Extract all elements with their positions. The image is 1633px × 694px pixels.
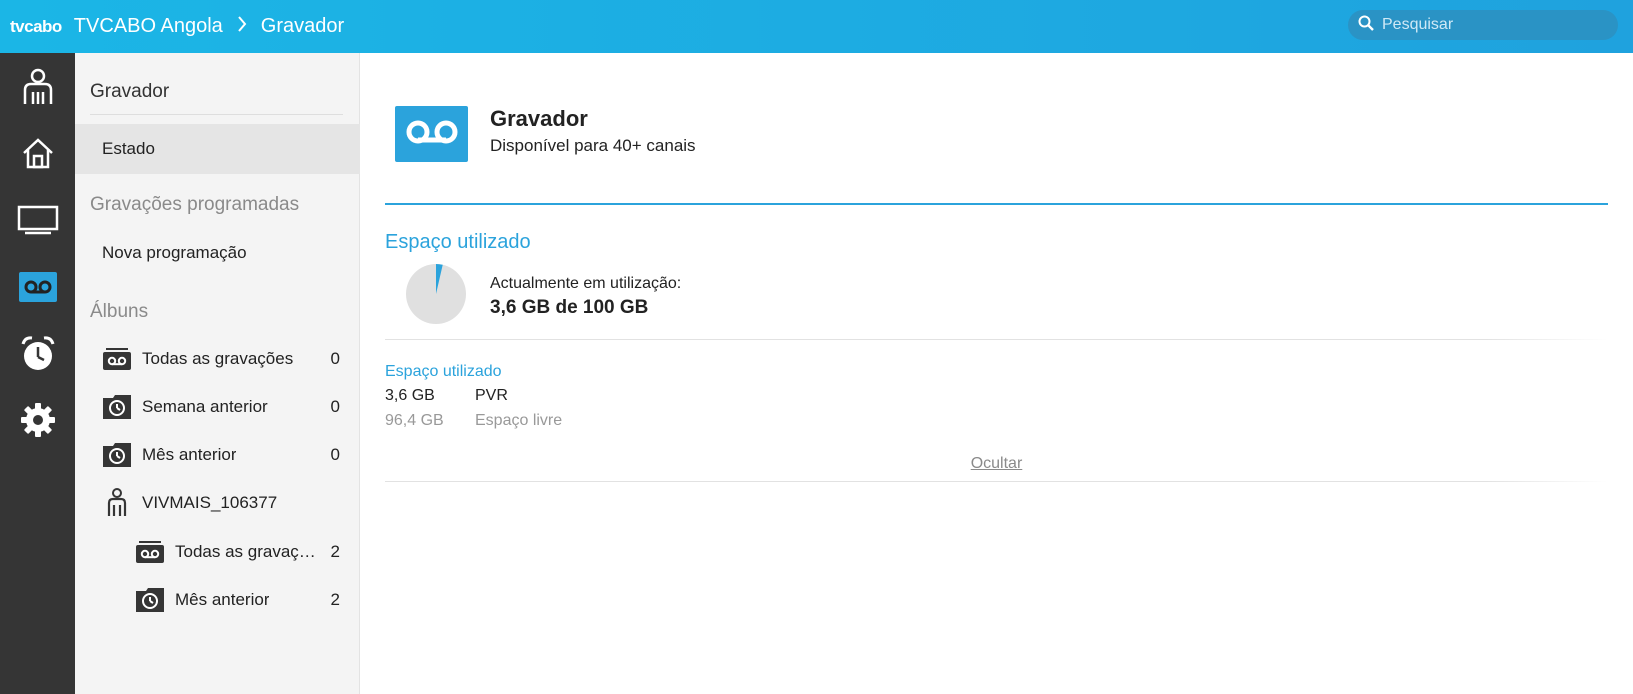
album-count: 0 [330,397,340,416]
breadcrumb-current: Gravador [260,15,345,37]
user-profile-item[interactable]: VIVMAIS_106377 [75,481,360,525]
legend-value: 96,4 GB [385,412,444,429]
header-divider [385,203,1608,205]
person-icon [100,488,134,518]
search-input[interactable] [1382,16,1602,34]
rail-item-profile[interactable] [0,63,75,115]
usage-value: 3,6 GB de 100 GB [490,297,649,318]
user-profile-icon [21,68,55,111]
sidebar-divider [90,114,343,115]
section-divider [385,481,1608,482]
album-label: Todas as gravações [142,349,294,368]
scheduled-recordings-heading: Gravações programadas [90,194,300,215]
recorder-icon [405,119,459,150]
breadcrumb-home[interactable]: TVCABO Angola [74,15,223,38]
sidebar-item-estado-label: Estado [102,139,155,158]
history-folder-icon [100,442,134,468]
rail-item-home[interactable] [0,129,75,181]
legend-label: PVR [475,387,508,404]
album-count: 0 [330,445,340,464]
album-last-month[interactable]: Mês anterior 0 [75,433,360,477]
search-box[interactable] [1348,10,1618,40]
album-label: Todas as gravações [175,542,320,561]
search-icon [1358,15,1374,36]
sidebar: Gravador Estado Gravações programadas No… [75,53,360,694]
album-count: 2 [330,542,340,561]
alarm-clock-icon [20,335,56,378]
main-content: Gravador Disponível para 40+ canais Espa… [360,53,1633,694]
history-folder-icon [100,394,134,420]
page-title: Gravador [490,106,588,131]
usage-pie-chart [406,264,466,324]
hide-link[interactable]: Ocultar [385,455,1608,473]
recorder-tile [395,106,468,162]
legend-row-pvr: 3,6 GB PVR [385,387,508,405]
user-album-all-recordings[interactable]: Todas as gravações 2 [75,530,360,574]
rail-item-recorder[interactable] [0,263,75,315]
rail-item-settings[interactable] [0,396,75,448]
sidebar-item-new-schedule[interactable]: Nova programação [102,243,247,263]
legend-value: 3,6 GB [385,387,435,404]
recordings-folder-icon [133,540,167,564]
history-folder-icon [133,587,167,613]
album-label: Semana anterior [142,397,268,416]
legend-row-free: 96,4 GB Espaço livre [385,412,562,430]
recordings-folder-icon [100,347,134,371]
album-all-recordings[interactable]: Todas as gravações 0 [75,337,360,381]
usage-label: Actualmente em utilização: [490,275,682,292]
album-count: 0 [330,349,340,368]
icon-rail [0,53,75,694]
album-count: 2 [330,590,340,609]
user-label: VIVMAIS_106377 [142,493,278,512]
recorder-icon [18,271,57,307]
legend-label: Espaço livre [475,412,563,429]
albums-heading: Álbuns [90,301,149,322]
album-label: Mês anterior [175,590,270,609]
tvcabo-logo[interactable]: tvcabo [10,17,62,37]
gear-icon [20,402,56,443]
tv-icon [17,205,59,240]
home-icon [21,136,55,175]
space-used-heading: Espaço utilizado [385,231,531,253]
page-subtitle: Disponível para 40+ canais [490,136,696,155]
album-label: Mês anterior [142,445,237,464]
section-divider [385,339,1608,340]
sidebar-heading: Gravador [90,81,170,102]
user-album-last-month[interactable]: Mês anterior 2 [75,578,360,622]
legend-heading: Espaço utilizado [385,363,502,380]
rail-item-tv[interactable] [0,196,75,248]
top-bar: tvcabo TVCABO Angola Gravador [0,0,1633,53]
album-last-week[interactable]: Semana anterior 0 [75,385,360,429]
chevron-right-icon [237,15,247,39]
rail-item-alarm[interactable] [0,330,75,382]
sidebar-item-estado[interactable]: Estado [75,124,360,174]
